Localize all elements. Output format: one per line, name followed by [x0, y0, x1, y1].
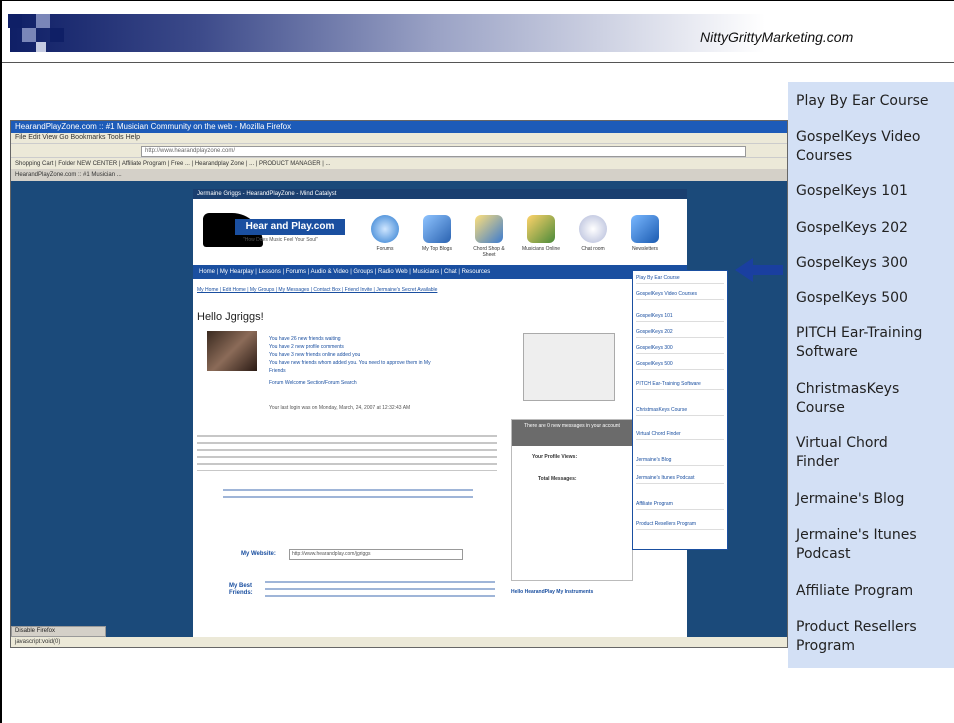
dropdown-item[interactable]: Product Resellers Program: [636, 521, 724, 530]
icon-label: Forums: [376, 246, 394, 252]
logo-tagline: "How Does Music Feel Your Soul": [243, 237, 318, 243]
musicians-heading: Hello HearandPlay My Instruments: [511, 589, 594, 595]
player-widget[interactable]: [523, 333, 615, 401]
messages-box: There are 0 new messages in your account…: [511, 419, 633, 581]
resources-dropdown: Play By Ear Course GospelKeys Video Cour…: [632, 270, 728, 550]
page-nav[interactable]: Home | My Hearplay | Lessons | Forums | …: [193, 265, 687, 279]
notification-link[interactable]: You have 2 new profile comments: [269, 343, 344, 351]
menu-item-gospelkeys-101[interactable]: GospelKeys 101: [796, 182, 908, 201]
notification-link[interactable]: You have new friends whom added you. You…: [269, 359, 439, 375]
musicians-icon[interactable]: [527, 215, 555, 243]
dropdown-item[interactable]: Affiliate Program: [636, 501, 724, 510]
dropdown-item[interactable]: ChristmasKeys Course: [636, 407, 724, 416]
web-page: Jermaine Griggs - HearandPlayZone - Mind…: [193, 189, 687, 637]
menu-item-affiliate-program[interactable]: Affiliate Program: [796, 582, 913, 601]
page-sublinks[interactable]: My Home | Edit Home | My Groups | My Mes…: [197, 287, 497, 293]
music-note-icon[interactable]: [631, 215, 659, 243]
slide-top-line: [2, 0, 954, 1]
icon-label: My Top Blogs: [422, 246, 452, 252]
menu-item-itunes-podcast[interactable]: Jermaine's Itunes Podcast: [796, 526, 917, 564]
my-website-label: My Website:: [241, 551, 276, 557]
header-square-2: [22, 28, 36, 42]
best-friends-label: My Best Friends:: [229, 583, 253, 596]
notification-link[interactable]: You have 26 new friends waiting: [269, 335, 341, 343]
page-banner: Hear and Play.com "How Does Music Feel Y…: [193, 199, 687, 265]
total-messages: Total Messages:: [538, 476, 577, 482]
dropdown-item[interactable]: GospelKeys 500: [636, 361, 724, 370]
messages-header: There are 0 new messages in your account: [512, 420, 632, 446]
taskbar-button[interactable]: Disable Firefox: [11, 626, 106, 637]
browser-menubar[interactable]: File Edit View Go Bookmarks Tools Help: [11, 133, 787, 143]
header-divider: [2, 62, 954, 63]
dropdown-item[interactable]: Jermaine's Blog: [636, 457, 724, 466]
site-logo[interactable]: Hear and Play.com: [235, 219, 345, 235]
website-url-field[interactable]: http://www.hearandplay.com/jgriggs: [289, 549, 463, 560]
dropdown-item[interactable]: PITCH Ear-Training Software: [636, 381, 724, 390]
chat-icon[interactable]: [579, 215, 607, 243]
browser-statusbar: javascript:void(0): [11, 637, 787, 647]
menu-item-product-resellers[interactable]: Product Resellers Program: [796, 618, 917, 656]
site-name: NittyGrittyMarketing.com: [700, 29, 854, 45]
browser-navbar: http://www.hearandplayzone.com/: [11, 143, 787, 158]
profile-views: Your Profile Views:: [532, 454, 578, 460]
slide-border-left: [0, 0, 2, 723]
header-square-1: [8, 14, 22, 28]
menu-item-gospelkeys-202[interactable]: GospelKeys 202: [796, 219, 908, 238]
dropdown-item[interactable]: Play By Ear Course: [636, 275, 724, 284]
intro-paragraph: [197, 435, 497, 471]
menu-item-gospelkeys-video[interactable]: GospelKeys Video Courses: [796, 128, 920, 166]
pointer-arrow-icon: [735, 258, 783, 282]
bookmarks-bar[interactable]: Shopping Cart | Folder NEW CENTER | Affi…: [11, 157, 787, 169]
menu-item-christmaskeys[interactable]: ChristmasKeys Course: [796, 380, 899, 418]
browser-tab[interactable]: HearandPlayZone.com :: #1 Musician ...: [11, 169, 787, 181]
header-square-4: [50, 28, 64, 42]
blogs-icon[interactable]: [423, 215, 451, 243]
last-login-text: Your last login was on Monday, March, 24…: [269, 405, 411, 411]
icon-label: Musicians Online: [521, 246, 561, 252]
header-square-3: [36, 14, 50, 28]
notification-link[interactable]: You have 3 new friends online added you: [269, 351, 360, 359]
dropdown-item[interactable]: Virtual Chord Finder: [636, 431, 724, 440]
avatar: [207, 331, 257, 371]
menu-item-gospelkeys-500[interactable]: GospelKeys 500: [796, 289, 908, 308]
icon-label: Newsletters: [631, 246, 659, 252]
menu-item-gospelkeys-300[interactable]: GospelKeys 300: [796, 254, 908, 273]
browser-titlebar: HearandPlayZone.com :: #1 Musician Commu…: [11, 121, 787, 133]
forums-icon[interactable]: [371, 215, 399, 243]
icon-label: Chord Shop & Sheet: [473, 246, 505, 258]
icon-label: Chat room: [581, 246, 605, 252]
address-bar[interactable]: http://www.hearandplayzone.com/: [141, 146, 746, 157]
dropdown-item[interactable]: GospelKeys 101: [636, 313, 724, 322]
friends-links[interactable]: [223, 489, 473, 503]
dropdown-item[interactable]: GospelKeys 300: [636, 345, 724, 354]
menu-item-pitch-software[interactable]: PITCH Ear-Training Software: [796, 324, 922, 362]
zoomed-menu-panel: Play By Ear Course GospelKeys Video Cour…: [788, 82, 954, 668]
header-square-5: [36, 42, 46, 52]
best-friends-list[interactable]: [265, 581, 495, 601]
menu-item-virtual-chord-finder[interactable]: Virtual Chord Finder: [796, 434, 888, 472]
menu-item-play-by-ear[interactable]: Play By Ear Course: [796, 92, 929, 111]
menu-item-jermaines-blog[interactable]: Jermaine's Blog: [796, 490, 904, 509]
hello-heading: Hello Jgriggs!: [197, 311, 264, 323]
dropdown-item[interactable]: GospelKeys Video Courses: [636, 291, 724, 300]
dropdown-item[interactable]: Jermaine's Itunes Podcast: [636, 475, 724, 484]
dropdown-item[interactable]: GospelKeys 202: [636, 329, 724, 338]
notification-link[interactable]: Forum Welcome Section/Forum Search: [269, 379, 357, 387]
page-topstrip: Jermaine Griggs - HearandPlayZone - Mind…: [193, 189, 687, 199]
music-shop-icon[interactable]: [475, 215, 503, 243]
